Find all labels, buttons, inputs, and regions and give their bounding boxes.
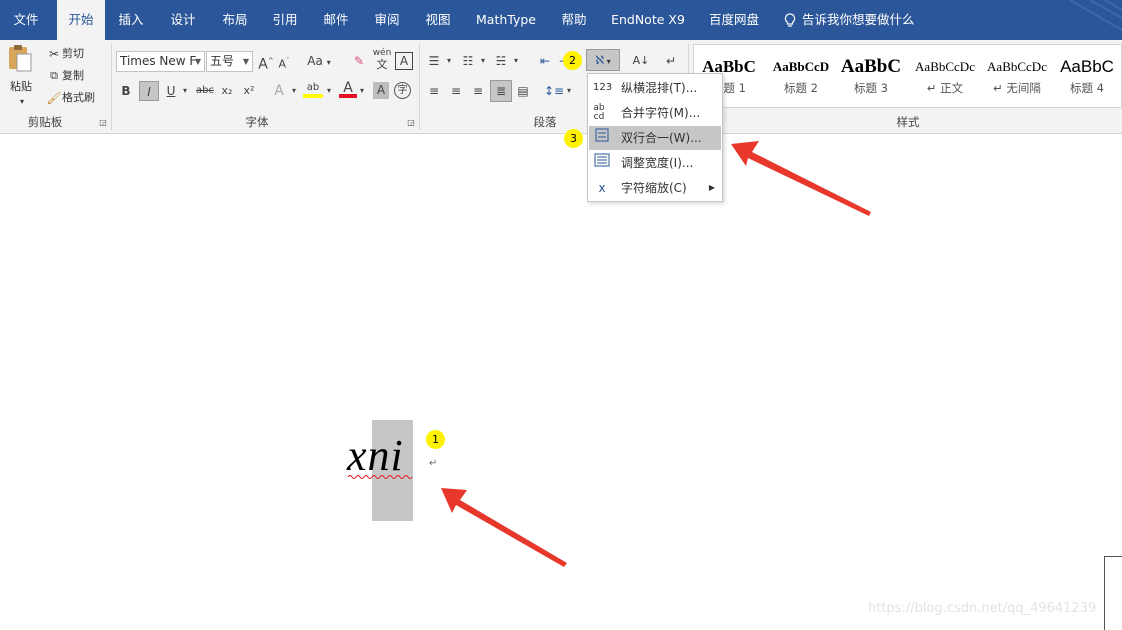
annotation-arrows xyxy=(441,141,871,567)
red-arrow-menu xyxy=(731,141,871,216)
red-arrow-text xyxy=(441,488,567,567)
